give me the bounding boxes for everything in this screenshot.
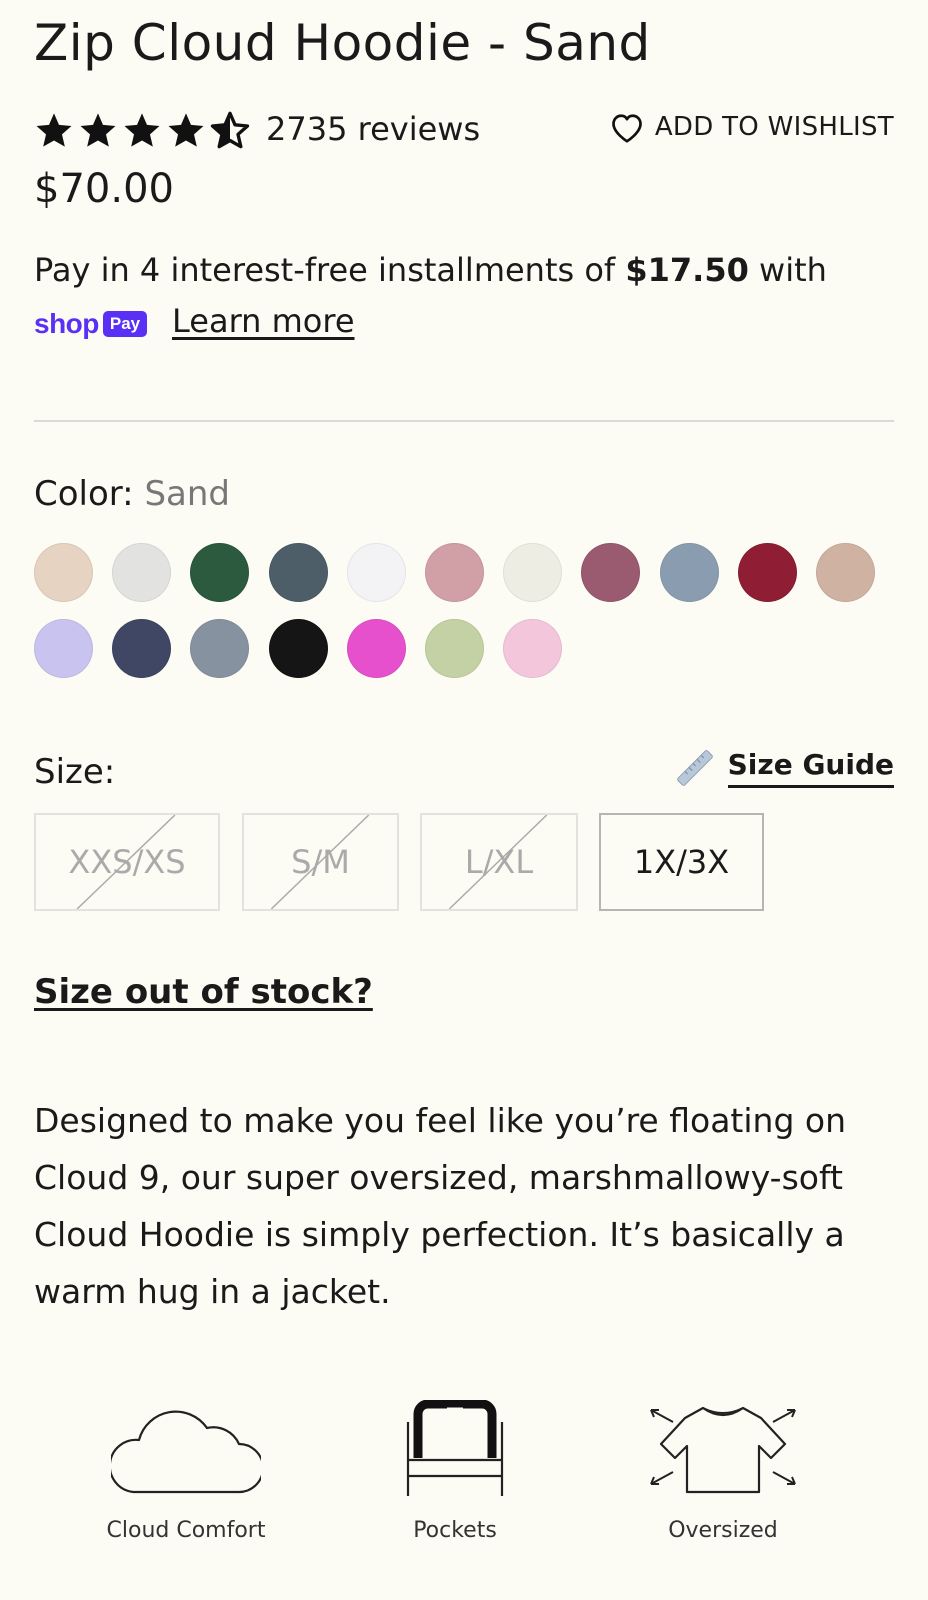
cloud-icon <box>111 1410 261 1494</box>
color-swatch[interactable] <box>659 543 719 602</box>
add-to-wishlist-button[interactable]: ADD TO WISHLIST <box>609 110 894 144</box>
color-swatch[interactable] <box>268 619 328 678</box>
feature-pockets: Pockets <box>355 1400 555 1543</box>
color-swatch[interactable] <box>34 543 93 602</box>
reviews-count[interactable]: 2735 reviews <box>266 110 480 148</box>
color-label: Color: Sand <box>34 474 230 514</box>
size-option-1x-3x[interactable]: 1X/3X <box>599 813 764 911</box>
size-option-label: S/M <box>291 843 350 881</box>
shop-pay-wordmark: shop <box>34 308 99 339</box>
installments-text: Pay in 4 interest-free installments of $… <box>34 250 827 290</box>
star-full-icon <box>168 113 204 147</box>
color-swatch[interactable] <box>34 619 93 678</box>
feature-cloud-comfort: Cloud Comfort <box>86 1400 286 1543</box>
shop-pay-logo: shop Pay <box>34 308 148 340</box>
color-swatch[interactable] <box>425 619 484 678</box>
size-option-label: 1X/3X <box>633 843 730 881</box>
product-description: Designed to make you feel like you’re fl… <box>34 1101 846 1311</box>
oversized-tshirt-icon <box>650 1406 796 1494</box>
shop-pay-badge: Pay <box>102 311 148 337</box>
color-swatch[interactable] <box>268 543 328 602</box>
selected-color: Sand <box>144 474 230 514</box>
size-option-label: L/XL <box>464 843 534 881</box>
ruler-icon <box>676 750 713 786</box>
color-swatch[interactable] <box>503 543 563 602</box>
learn-more-link[interactable]: Learn more <box>172 302 355 340</box>
installments-suffix: with <box>748 251 827 289</box>
feature-label: Cloud Comfort <box>106 1518 266 1543</box>
color-swatch[interactable] <box>503 619 563 678</box>
color-swatch[interactable] <box>346 619 406 678</box>
size-option-xxs-xs[interactable]: XXS/XS <box>34 813 220 911</box>
size-guide-link[interactable]: Size Guide <box>676 748 894 788</box>
star-full-icon <box>36 113 72 147</box>
color-swatch[interactable] <box>425 543 484 602</box>
color-swatch[interactable] <box>190 543 250 602</box>
product-title: Zip Cloud Hoodie - Sand <box>34 14 651 72</box>
star-full-icon <box>124 113 160 147</box>
feature-label: Pockets <box>413 1518 497 1543</box>
installment-amount: $17.50 <box>625 251 749 289</box>
color-swatch[interactable] <box>112 619 172 678</box>
divider <box>34 420 894 422</box>
size-label: Size: <box>34 752 116 792</box>
star-half-icon <box>210 111 250 149</box>
pockets-icon <box>406 1400 504 1496</box>
size-guide-label: Size Guide <box>727 748 894 788</box>
color-label-prefix: Color: <box>34 474 145 514</box>
feature-oversized: Oversized <box>623 1400 823 1543</box>
star-full-icon <box>80 113 116 147</box>
rating-stars[interactable] <box>34 110 250 150</box>
size-option-l-xl[interactable]: L/XL <box>420 813 578 911</box>
color-swatch[interactable] <box>737 543 797 602</box>
heart-icon <box>611 114 642 143</box>
color-swatch[interactable] <box>816 543 875 602</box>
color-swatch[interactable] <box>346 543 406 602</box>
feature-label: Oversized <box>668 1518 778 1543</box>
size-out-of-stock-link[interactable]: Size out of stock? <box>34 972 373 1012</box>
color-swatch[interactable] <box>190 619 250 678</box>
color-swatch[interactable] <box>112 543 172 602</box>
product-price: $70.00 <box>34 166 174 212</box>
installments-prefix: Pay in 4 interest-free installments of <box>34 251 626 289</box>
wishlist-label: ADD TO WISHLIST <box>654 112 894 142</box>
color-swatch[interactable] <box>581 543 641 602</box>
size-option-s-m[interactable]: S/M <box>242 813 399 911</box>
size-option-label: XXS/XS <box>68 843 186 881</box>
